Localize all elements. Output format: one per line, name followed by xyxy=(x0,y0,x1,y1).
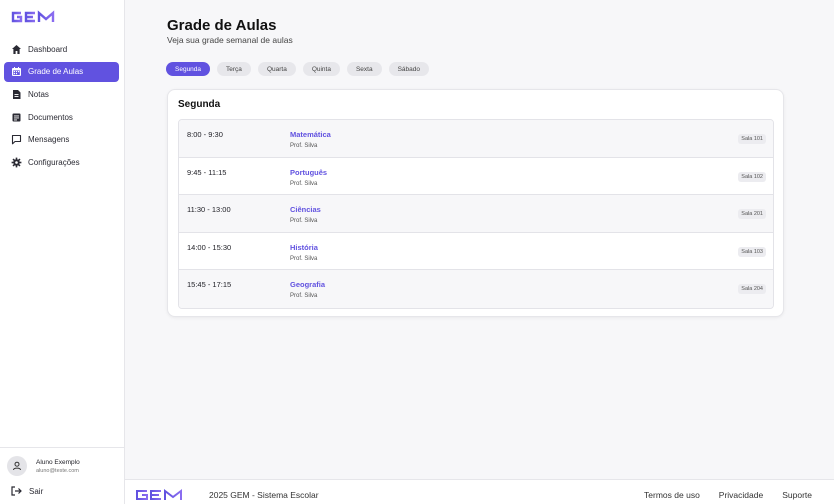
room-badge: Sala 204 xyxy=(738,284,766,294)
gear-icon xyxy=(11,157,22,168)
class-subject[interactable]: Português xyxy=(290,168,327,177)
schedule-day-title: Segunda xyxy=(178,99,221,110)
sidebar-item-label: Mensagens xyxy=(28,135,70,145)
folder-icon xyxy=(11,112,22,123)
schedule-row[interactable]: 8:00 - 9:30 Matemática Prof. Silva Sala … xyxy=(179,120,773,158)
footer-link-suporte[interactable]: Suporte xyxy=(782,490,812,500)
class-teacher: Prof. Silva xyxy=(290,218,318,224)
day-tabs: Segunda Terça Quarta Quinta Sexta Sábado xyxy=(166,62,436,76)
room-badge: Sala 103 xyxy=(738,246,766,257)
tab-quinta[interactable]: Quinta xyxy=(302,62,340,76)
class-time: 14:00 - 15:30 xyxy=(187,242,232,252)
schedule-card: Segunda 8:00 - 9:30 Matemática Prof. Sil… xyxy=(167,89,784,317)
schedule-row[interactable]: 15:45 - 17:15 Geografia Prof. Silva Sala… xyxy=(179,270,773,308)
footer-links: Termos de uso Privacidade Suporte xyxy=(625,490,812,500)
user-profile[interactable]: Aluno Exemplo aluno@teste.com xyxy=(0,456,124,476)
class-time: 8:00 - 9:30 xyxy=(187,130,223,139)
sidebar-item-label: Dashboard xyxy=(28,44,68,54)
class-subject[interactable]: Ciências xyxy=(290,205,321,214)
class-teacher: Prof. Silva xyxy=(290,255,318,262)
class-subject[interactable]: História xyxy=(290,243,318,252)
sidebar-item-configuracoes[interactable]: Configurações xyxy=(4,152,119,172)
sidebar-item-notas[interactable]: Notas xyxy=(4,84,119,104)
class-time: 15:45 - 17:15 xyxy=(187,280,232,289)
sidebar-item-dashboard[interactable]: Dashboard xyxy=(4,39,119,59)
logout-icon xyxy=(11,486,22,496)
sidebar-item-label: Documentos xyxy=(28,112,73,122)
sidebar-nav: Dashboard Grade de Aulas Notas Documento… xyxy=(4,39,119,175)
sidebar-item-documentos[interactable]: Documentos xyxy=(4,107,119,127)
user-email: aluno@teste.com xyxy=(36,467,79,474)
user-name: Aluno Exemplo xyxy=(36,458,80,466)
sidebar-item-label: Configurações xyxy=(28,157,80,167)
tab-segunda[interactable]: Segunda xyxy=(166,62,211,76)
tab-sexta[interactable]: Sexta xyxy=(346,62,382,76)
room-badge: Sala 102 xyxy=(738,171,766,182)
sidebar-item-mensagens[interactable]: Mensagens xyxy=(4,130,119,150)
class-teacher: Prof. Silva xyxy=(290,293,318,299)
room-badge: Sala 101 xyxy=(738,134,766,144)
user-panel: Aluno Exemplo aluno@teste.com Sair xyxy=(0,447,124,496)
tab-quarta[interactable]: Quarta xyxy=(257,62,296,76)
footer-link-termos[interactable]: Termos de uso xyxy=(644,490,700,500)
gem-footer-logo xyxy=(136,489,182,500)
sidebar-item-label: Notas xyxy=(28,89,49,99)
sidebar-item-grade-de-aulas[interactable]: Grade de Aulas xyxy=(4,61,119,82)
tab-sabado[interactable]: Sábado xyxy=(388,62,430,76)
page-subtitle: Veja sua grade semanal de aulas xyxy=(167,35,293,45)
class-subject[interactable]: Geografia xyxy=(290,280,325,289)
schedule-row[interactable]: 11:30 - 13:00 Ciências Prof. Silva Sala … xyxy=(179,195,773,233)
sidebar: Dashboard Grade de Aulas Notas Documento… xyxy=(0,0,125,504)
main-content: Grade de Aulas Veja sua grade semanal de… xyxy=(125,0,834,479)
class-time: 9:45 - 11:15 xyxy=(187,167,227,177)
sidebar-item-label: Grade de Aulas xyxy=(28,67,84,77)
class-teacher: Prof. Silva xyxy=(290,180,318,187)
schedule-list: 8:00 - 9:30 Matemática Prof. Silva Sala … xyxy=(178,119,774,309)
footer-copyright: 2025 GEM - Sistema Escolar xyxy=(209,490,319,500)
room-badge: Sala 201 xyxy=(738,209,766,219)
logout-label: Sair xyxy=(29,486,44,496)
user-icon xyxy=(13,461,21,471)
calendar-icon xyxy=(11,66,22,77)
message-icon xyxy=(11,134,22,145)
tab-terca[interactable]: Terça xyxy=(217,62,251,76)
document-icon xyxy=(11,89,22,100)
gem-logo[interactable] xyxy=(10,10,58,24)
schedule-row[interactable]: 14:00 - 15:30 História Prof. Silva Sala … xyxy=(179,232,773,270)
schedule-row[interactable]: 9:45 - 11:15 Português Prof. Silva Sala … xyxy=(179,157,773,195)
class-subject[interactable]: Matemática xyxy=(290,130,331,139)
class-teacher: Prof. Silva xyxy=(290,143,318,149)
footer: 2025 GEM - Sistema Escolar Termos de uso… xyxy=(125,479,834,504)
class-time: 11:30 - 13:00 xyxy=(187,205,231,214)
footer-link-privacidade[interactable]: Privacidade xyxy=(719,490,763,500)
home-icon xyxy=(11,44,22,55)
avatar xyxy=(7,456,27,476)
page-title: Grade de Aulas xyxy=(167,17,277,34)
logout-button[interactable]: Sair xyxy=(0,486,124,496)
